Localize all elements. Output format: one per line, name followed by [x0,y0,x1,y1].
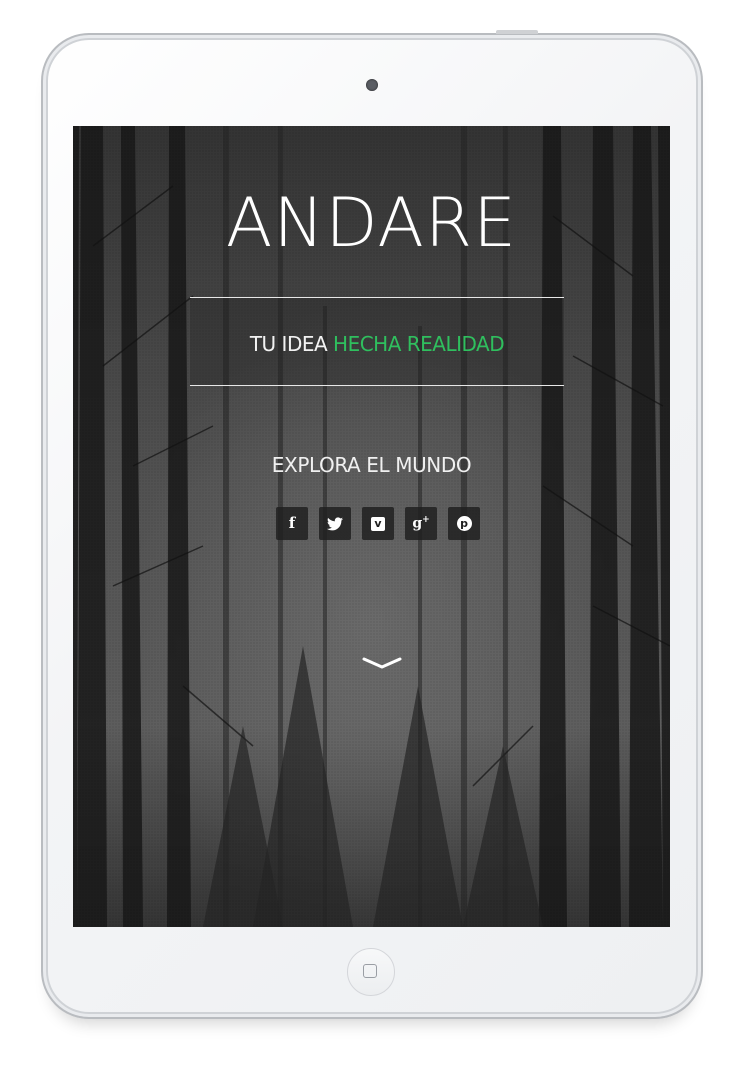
social-links: f v g+ p [276,507,480,541]
home-square-icon [363,964,377,978]
pinterest-icon: p [456,516,472,531]
home-button[interactable] [347,948,395,996]
vimeo-icon: v [371,516,385,531]
front-camera [366,79,378,91]
twitter-icon [327,516,343,530]
tagline-highlight: HECHA REALIDAD [333,332,505,356]
site-title: ANDARE [225,184,518,263]
facebook-button[interactable]: f [276,507,308,540]
tagline-text: TU IDEA [249,332,334,356]
pinterest-button[interactable]: p [448,507,480,540]
vimeo-button[interactable]: v [362,507,394,540]
google-plus-icon: g+ [412,515,430,532]
facebook-icon: f [288,514,296,532]
twitter-button[interactable] [319,507,351,540]
screen: ANDARE TU IDEA HECHA REALIDAD EXPLORA EL… [73,126,670,927]
stage: ANDARE TU IDEA HECHA REALIDAD EXPLORA EL… [0,0,746,1071]
chevron-down-icon[interactable] [362,654,402,674]
power-button [496,30,538,34]
tagline: TU IDEA HECHA REALIDAD [190,332,564,356]
explore-heading: EXPLORA EL MUNDO [271,453,472,477]
tagline-box: TU IDEA HECHA REALIDAD [190,297,564,386]
google-plus-button[interactable]: g+ [405,507,437,540]
